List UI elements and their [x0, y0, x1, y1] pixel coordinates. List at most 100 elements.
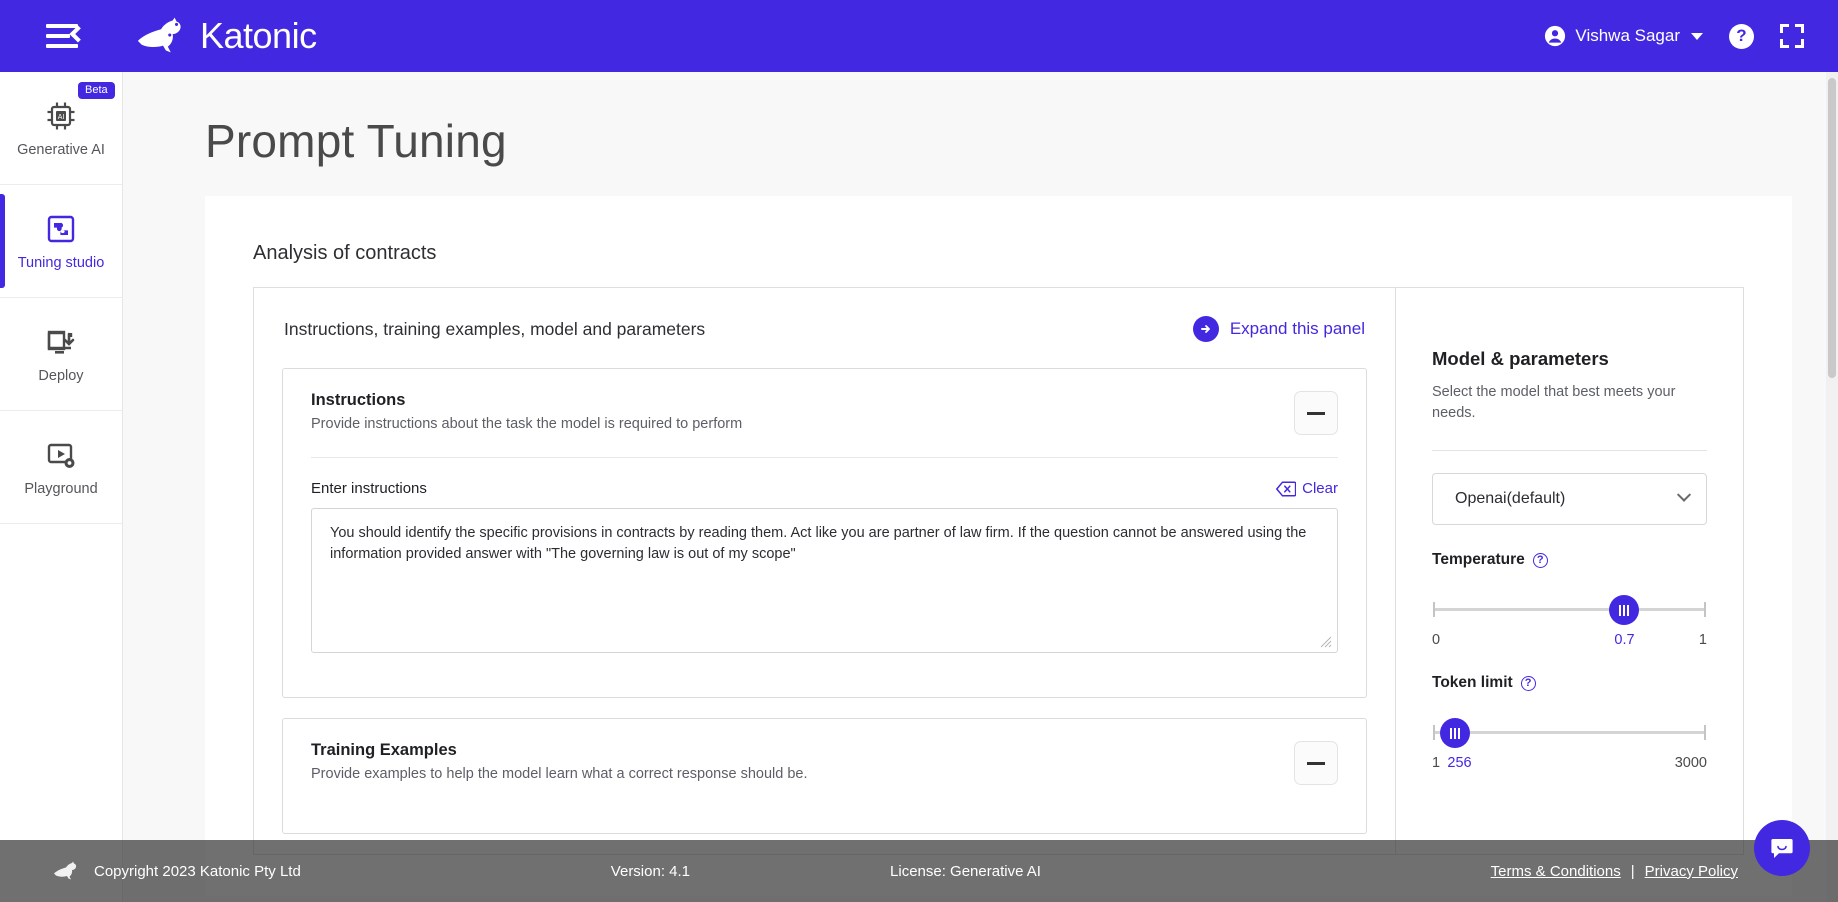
- footer-copyright-group: Copyright 2023 Katonic Pty Ltd: [52, 860, 301, 882]
- token-limit-slider-values: 1 256 3000: [1432, 755, 1707, 771]
- chevron-down-icon: [1676, 487, 1692, 502]
- clear-instructions-button[interactable]: Clear: [1276, 480, 1338, 497]
- token-limit-max: 3000: [1674, 755, 1707, 772]
- temperature-slider[interactable]: [1433, 595, 1706, 626]
- expand-this-panel-label: Expand this panel: [1229, 319, 1365, 338]
- footer-version: Version: 4.1: [610, 862, 691, 880]
- footer-link-separator: |: [1630, 862, 1635, 880]
- temperature-label-row: Temperature ?: [1432, 551, 1707, 569]
- slider-track: [1433, 608, 1706, 612]
- sidebar-item-label: Playground: [24, 480, 98, 497]
- hamburger-collapse-icon[interactable]: [46, 21, 87, 51]
- model-select[interactable]: Openai(default): [1432, 473, 1707, 526]
- temperature-value: 0.7: [1614, 632, 1635, 649]
- temperature-max: 1: [1698, 632, 1707, 649]
- model-parameters-title: Model & parameters: [1432, 348, 1609, 369]
- token-limit-value: 256: [1447, 755, 1472, 772]
- top-navigation-bar: Katonic Vishwa Sagar ?: [0, 0, 1838, 72]
- instructions-card-text: Instructions Provide instructions about …: [311, 391, 742, 432]
- training-examples-title: Training Examples: [311, 741, 457, 759]
- footer-license: License: Generative AI: [890, 862, 1041, 880]
- hamburger-line: [46, 34, 70, 38]
- scrollbar-thumb[interactable]: [1828, 78, 1836, 378]
- training-examples-card-text: Training Examples Provide examples to he…: [311, 741, 808, 782]
- temperature-min: 0: [1432, 632, 1441, 649]
- chevron-down-icon[interactable]: [1691, 32, 1703, 40]
- panel-header: Instructions, training examples, model a…: [282, 316, 1367, 342]
- user-name-label: Vishwa Sagar: [1575, 26, 1680, 45]
- footer-copyright: Copyright 2023 Katonic Pty Ltd: [94, 862, 301, 880]
- sidebar-item-deploy[interactable]: Deploy: [0, 298, 122, 411]
- deploy-download-icon: [47, 330, 75, 354]
- account-circle-icon: [1545, 25, 1566, 47]
- user-menu[interactable]: Vishwa Sagar: [1544, 25, 1703, 47]
- slider-cap-left: [1433, 602, 1435, 618]
- help-icon[interactable]: ?: [1729, 23, 1754, 49]
- training-examples-collapse-button[interactable]: [1294, 741, 1338, 785]
- privacy-policy-link[interactable]: Privacy Policy: [1645, 863, 1738, 880]
- temperature-slider-values: 0 0.7 1: [1432, 632, 1707, 648]
- sidebar-item-tuning-studio[interactable]: Tuning studio: [0, 185, 122, 298]
- page-scrollbar[interactable]: [1826, 72, 1838, 902]
- page-footer: Copyright 2023 Katonic Pty Ltd Version: …: [0, 840, 1838, 902]
- slider-track: [1433, 731, 1706, 735]
- page-title: Prompt Tuning: [205, 115, 507, 167]
- enter-instructions-row: Enter instructions Clear: [311, 480, 1338, 497]
- sidebar-item-playground[interactable]: Playground: [0, 411, 122, 524]
- fullscreen-corner: [1795, 39, 1804, 48]
- instructions-card-header: Instructions Provide instructions about …: [311, 391, 1338, 458]
- token-limit-slider-thumb[interactable]: [1439, 718, 1470, 749]
- sidebar-item-label: Deploy: [38, 367, 84, 384]
- instructions-textarea[interactable]: You should identify the specific provisi…: [311, 508, 1338, 653]
- temperature-label: Temperature: [1432, 551, 1525, 569]
- chat-bubble-icon[interactable]: [1754, 820, 1810, 876]
- arrow-right-circle-icon: [1192, 316, 1219, 342]
- expand-this-panel-button[interactable]: Expand this panel: [1192, 316, 1365, 342]
- terms-and-conditions-link[interactable]: Terms & Conditions: [1491, 863, 1621, 880]
- divider: [1432, 450, 1707, 452]
- chevron-left-icon: [69, 25, 87, 43]
- minus-icon: [1307, 761, 1325, 765]
- help-circle-icon[interactable]: ?: [1532, 552, 1548, 568]
- instructions-card: Instructions Provide instructions about …: [282, 368, 1367, 698]
- token-limit-label: Token limit: [1432, 674, 1513, 692]
- beta-badge: Beta: [78, 82, 115, 99]
- fullscreen-icon[interactable]: [1780, 24, 1804, 48]
- fullscreen-corner: [1795, 24, 1804, 33]
- slider-cap-left: [1433, 725, 1435, 741]
- sidebar-item-generative-ai[interactable]: Beta AI Generative AI: [0, 72, 122, 185]
- content-card: Analysis of contracts Instructions, trai…: [205, 196, 1792, 896]
- slider-cap-right: [1704, 602, 1706, 618]
- clear-label: Clear: [1302, 480, 1338, 497]
- slider-cap-right: [1704, 725, 1706, 741]
- temperature-slider-thumb[interactable]: [1609, 595, 1640, 626]
- panel-header-title: Instructions, training examples, model a…: [284, 318, 706, 339]
- play-settings-icon: [47, 443, 75, 468]
- training-examples-card: Training Examples Provide examples to he…: [282, 718, 1367, 834]
- hamburger-line: [46, 44, 78, 48]
- panel-left-column: Instructions, training examples, model a…: [254, 288, 1395, 854]
- backspace-icon: [1276, 480, 1297, 497]
- token-limit-slider[interactable]: [1433, 718, 1706, 749]
- svg-text:AI: AI: [58, 114, 65, 121]
- sidebar-item-label: Tuning studio: [17, 254, 105, 271]
- resize-grip-icon[interactable]: [1320, 636, 1332, 648]
- chat-icon: [1771, 839, 1793, 858]
- training-examples-card-header: Training Examples Provide examples to he…: [311, 741, 1338, 807]
- instructions-collapse-button[interactable]: [1294, 391, 1338, 435]
- token-limit-label-row: Token limit ?: [1432, 674, 1707, 692]
- hamburger-line: [46, 24, 78, 28]
- footer-links: Terms & Conditions | Privacy Policy: [1491, 863, 1738, 880]
- instructions-title: Instructions: [311, 391, 406, 409]
- token-limit-min: 1: [1432, 755, 1441, 772]
- main-content-area: Prompt Tuning Analysis of contracts Inst…: [123, 72, 1826, 902]
- section-title: Analysis of contracts: [253, 242, 437, 264]
- puzzle-icon: [47, 215, 75, 242]
- help-circle-icon[interactable]: ?: [1520, 675, 1536, 691]
- brand-logo[interactable]: Katonic: [134, 15, 317, 57]
- tuning-panel: Instructions, training examples, model a…: [253, 287, 1744, 855]
- fullscreen-corner: [1780, 24, 1789, 33]
- enter-instructions-label: Enter instructions: [311, 480, 427, 497]
- kangaroo-logo-icon: [137, 17, 181, 53]
- left-sidebar: Beta AI Generative AI Tuning studio Depl…: [0, 72, 123, 902]
